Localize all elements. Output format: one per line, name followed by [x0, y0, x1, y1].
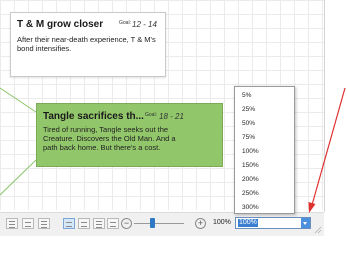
goal-range: 12 - 14 [132, 20, 157, 29]
zoom-dropdown-list[interactable]: 5% 25% 50% 75% 100% 150% 200% 250% 300% [234, 86, 295, 214]
layout-view-button[interactable] [78, 218, 90, 229]
zoom-in-icon[interactable]: + [195, 218, 206, 229]
card-title: Tangle sacrifices th... [43, 111, 144, 122]
story-card-t-m-grow-closer[interactable]: T & M grow closer Goal: 12 - 14 After th… [10, 12, 166, 77]
zoom-out-icon[interactable]: − [121, 218, 132, 229]
card-synopsis: Tired of running, Tangle seeks out the C… [43, 125, 176, 152]
card-title: T & M grow closer [17, 19, 104, 30]
story-card-tangle-sacrifices[interactable]: Tangle sacrifices th... Goal: 18 - 21 Ti… [36, 103, 223, 167]
zoom-select[interactable]: 100% [235, 217, 311, 229]
zoom-option[interactable]: 300% [242, 204, 259, 211]
resize-grip-icon[interactable] [314, 226, 322, 234]
zoom-option[interactable]: 25% [242, 106, 255, 113]
zoom-option[interactable]: 75% [242, 134, 255, 141]
layout-view-button[interactable] [93, 218, 105, 229]
zoom-select-value: 100% [238, 219, 258, 227]
layout-view-button[interactable] [22, 218, 34, 229]
layout-view-button[interactable] [38, 218, 50, 229]
zoom-option[interactable]: 5% [242, 92, 251, 99]
zoom-option[interactable]: 150% [242, 162, 259, 169]
goal-label: Goal: [145, 112, 157, 118]
zoom-percent-label: 100% [213, 219, 231, 226]
card-synopsis: After their near-death experience, T & M… [17, 35, 156, 53]
goal-range: 18 - 21 [159, 112, 184, 121]
zoom-option[interactable]: 50% [242, 120, 255, 127]
layout-view-button[interactable] [107, 218, 119, 229]
layout-view-button[interactable] [6, 218, 18, 229]
goal-label: Goal: [119, 20, 131, 26]
zoom-option[interactable]: 100% [242, 148, 259, 155]
chevron-down-icon[interactable] [301, 218, 310, 228]
zoom-slider[interactable] [134, 223, 184, 224]
zoom-option[interactable]: 200% [242, 176, 259, 183]
layout-view-button[interactable] [63, 218, 75, 229]
canvas-edge [324, 0, 325, 212]
zoom-slider-thumb[interactable] [150, 218, 155, 228]
zoom-option[interactable]: 250% [242, 190, 259, 197]
